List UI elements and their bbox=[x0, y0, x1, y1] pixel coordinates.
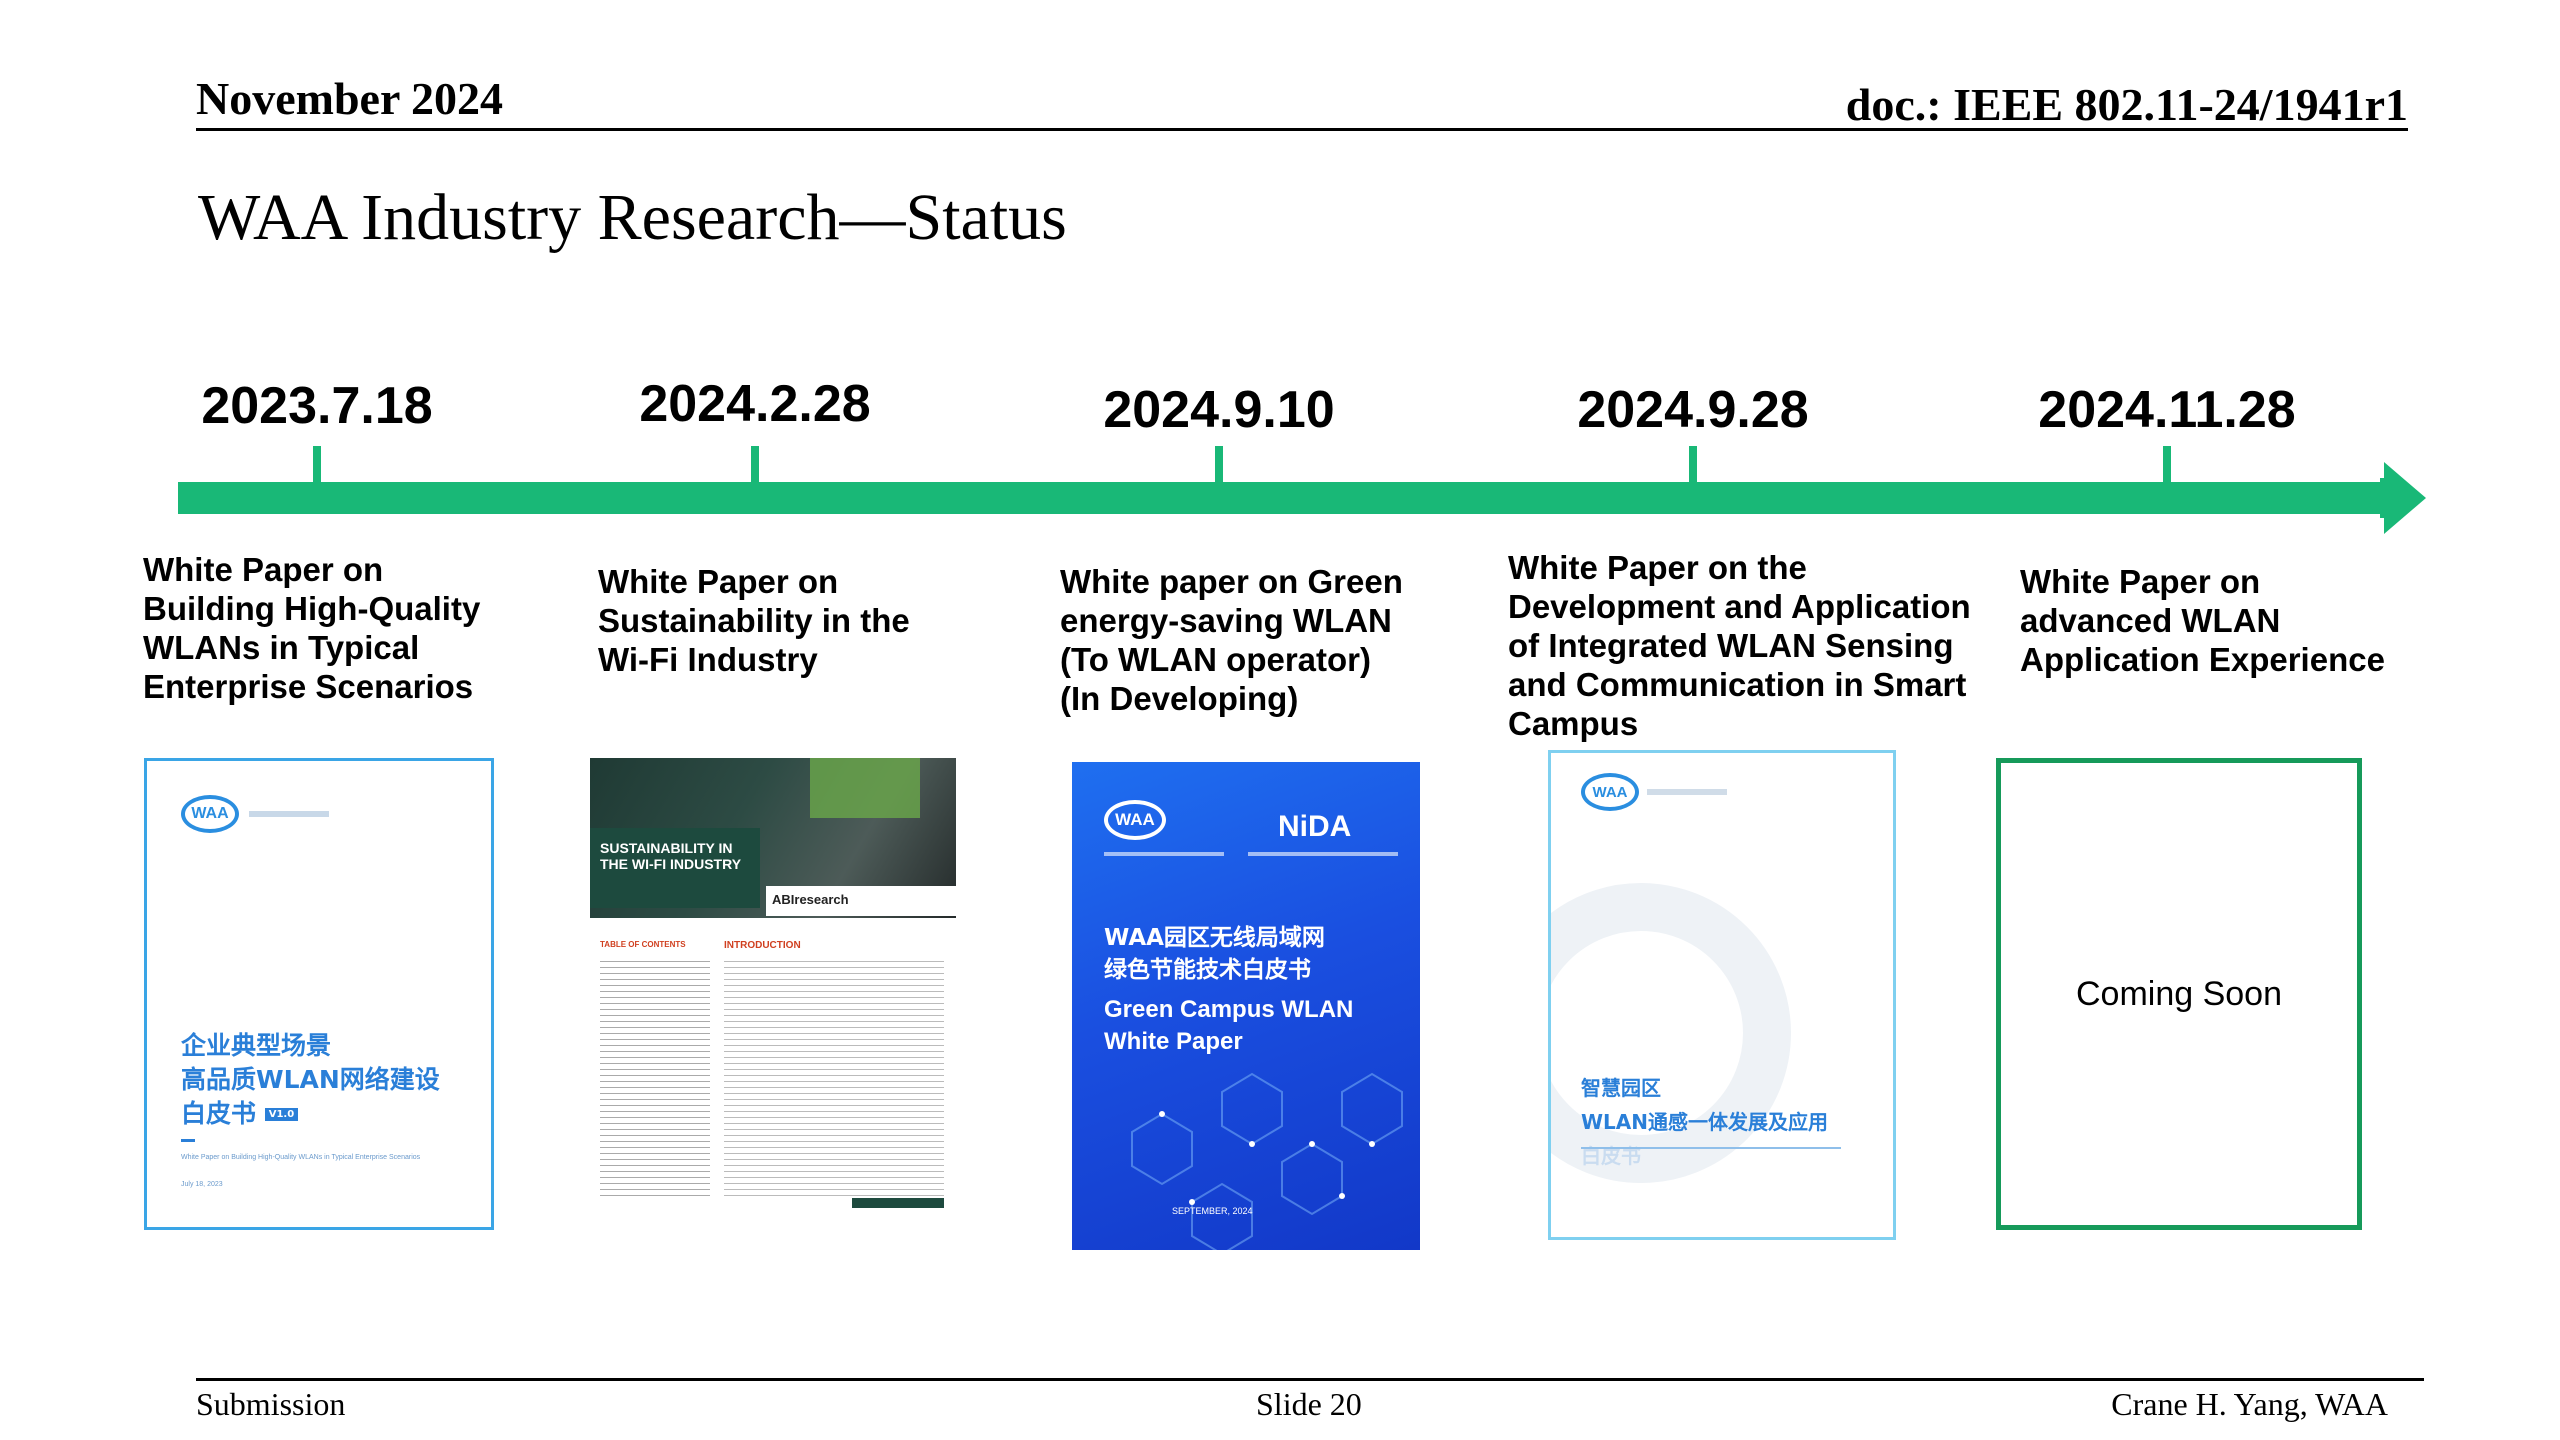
milestone-date-4: 2024.9.28 bbox=[1577, 381, 1809, 439]
cover-sustainability-wifi: SUSTAINABILITY IN THE WI-FI INDUSTRY ABI… bbox=[590, 758, 956, 1216]
waa-logo-icon: WAA bbox=[1104, 800, 1166, 840]
cover3-title-en: Green Campus WLAN White Paper bbox=[1104, 996, 1354, 1055]
milestone-date-5: 2024.11.28 bbox=[2038, 381, 2296, 439]
milestone-desc-5: White Paper on advanced WLAN Application… bbox=[2020, 563, 2385, 678]
milestone-desc-1: White Paper on Building High-Quality WLA… bbox=[143, 551, 481, 705]
footer-slide-number: Slide 20 bbox=[1256, 1386, 1362, 1422]
cover1-title: 企业典型场景 高品质WLAN网络建设 白皮书 V1.0 bbox=[181, 1031, 440, 1128]
cover3-date: SEPTEMBER, 2024 bbox=[1172, 1206, 1253, 1216]
cover-coming-soon: Coming Soon bbox=[1996, 758, 2362, 1230]
milestone-desc-3: White paper on Green energy-saving WLAN … bbox=[1060, 563, 1403, 717]
footer-submission: Submission bbox=[196, 1386, 346, 1422]
cover4-title: 智慧园区 WLAN通感一体发展及应用 白皮书 bbox=[1581, 1076, 1829, 1168]
timeline-tick-1 bbox=[313, 446, 321, 484]
milestone-date-2: 2024.2.28 bbox=[639, 375, 871, 433]
header-rule bbox=[196, 128, 2408, 131]
timeline-arrowhead bbox=[2384, 462, 2426, 534]
footer-rule bbox=[196, 1378, 2424, 1381]
timeline-tick-4 bbox=[1689, 446, 1697, 484]
cover2-toc-heading: TABLE OF CONTENTS bbox=[600, 940, 686, 949]
milestone-desc-2: White Paper on Sustainability in the Wi-… bbox=[598, 563, 910, 678]
cover-green-campus-wlan: WAA NiDA WAA园区无线局域网 绿色节能技术白皮书 Green Camp… bbox=[1072, 762, 1420, 1250]
milestone-date-3: 2024.9.10 bbox=[1103, 381, 1335, 439]
cover2-banner: SUSTAINABILITY IN THE WI-FI INDUSTRY bbox=[600, 840, 742, 872]
cover-enterprise-wlan: WAA 企业典型场景 高品质WLAN网络建设 白皮书 V1.0 White Pa… bbox=[144, 758, 494, 1230]
cover2-intro-heading: INTRODUCTION bbox=[724, 940, 801, 951]
timeline-tick-5 bbox=[2163, 446, 2171, 484]
coming-soon-text: Coming Soon bbox=[2075, 974, 2282, 1013]
milestone-date-1: 2023.7.18 bbox=[201, 377, 433, 435]
footer-author: Crane H. Yang, WAA bbox=[2111, 1386, 2388, 1422]
timeline-tick-2 bbox=[751, 446, 759, 484]
timeline-bar bbox=[178, 482, 2390, 514]
cover3-title-zh: WAA园区无线局域网 绿色节能技术白皮书 bbox=[1104, 925, 1325, 983]
slide-title: WAA Industry Research—Status bbox=[198, 181, 1067, 254]
header-doc-id: doc.: IEEE 802.11-24/1941r1 bbox=[1845, 79, 2408, 130]
cover1-date: July 18, 2023 bbox=[181, 1181, 223, 1188]
nida-logo: NiDA bbox=[1278, 810, 1352, 843]
cover-smart-campus-sensing: WAA 智慧园区 WLAN通感一体发展及应用 白皮书 bbox=[1548, 750, 1896, 1240]
milestone-desc-4: White Paper on the Development and Appli… bbox=[1508, 549, 1971, 742]
cover1-subtitle: White Paper on Building High-Quality WLA… bbox=[181, 1154, 421, 1161]
waa-logo-icon: WAA bbox=[1581, 773, 1639, 811]
header-date: November 2024 bbox=[196, 73, 504, 124]
cover2-brand: ABIresearch bbox=[772, 892, 849, 907]
timeline-tick-3 bbox=[1215, 446, 1223, 484]
waa-logo-icon: WAA bbox=[181, 795, 239, 833]
